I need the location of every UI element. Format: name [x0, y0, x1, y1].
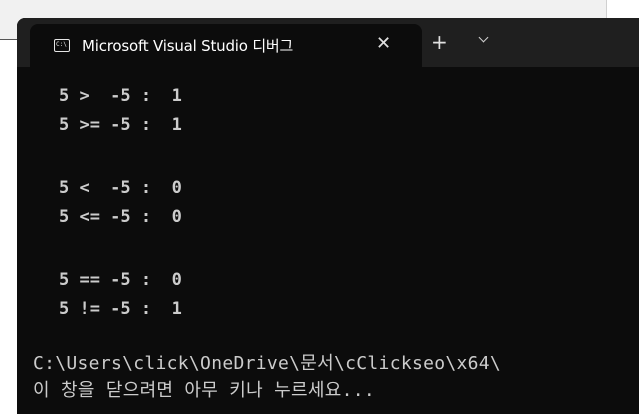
output-line: 5 > -5 : 1 [59, 86, 182, 106]
program-path: C:\Users\click\OneDrive\문서\cClickseo\x64… [33, 353, 502, 374]
output-line: 5 <= -5 : 0 [59, 207, 182, 227]
output-line: 5 < -5 : 0 [59, 178, 182, 198]
new-tab-button[interactable]: + [431, 32, 448, 52]
tab-title: Microsoft Visual Studio 디버그 [82, 37, 294, 55]
close-prompt: 이 창을 닫으려면 아무 키나 누르세요... [33, 380, 375, 401]
tab-bar: C:\ Microsoft Visual Studio 디버그 ✕ + [17, 18, 639, 67]
console-output: 5 > -5 : 1 5 >= -5 : 1 5 < -5 : 0 5 <= -… [17, 82, 639, 401]
output-line: 5 >= -5 : 1 [59, 115, 182, 135]
screen: C:\ Microsoft Visual Studio 디버그 ✕ + 5 > … [0, 0, 639, 414]
output-line: 5 != -5 : 1 [59, 299, 182, 319]
close-tab-button[interactable]: ✕ [376, 33, 391, 54]
output-line: 5 == -5 : 0 [59, 270, 182, 290]
chevron-down-icon[interactable] [478, 32, 489, 43]
tab-debug-console[interactable]: C:\ Microsoft Visual Studio 디버그 ✕ [30, 24, 422, 67]
terminal-icon: C:\ [54, 39, 70, 52]
terminal-window: C:\ Microsoft Visual Studio 디버그 ✕ + 5 > … [17, 18, 639, 414]
